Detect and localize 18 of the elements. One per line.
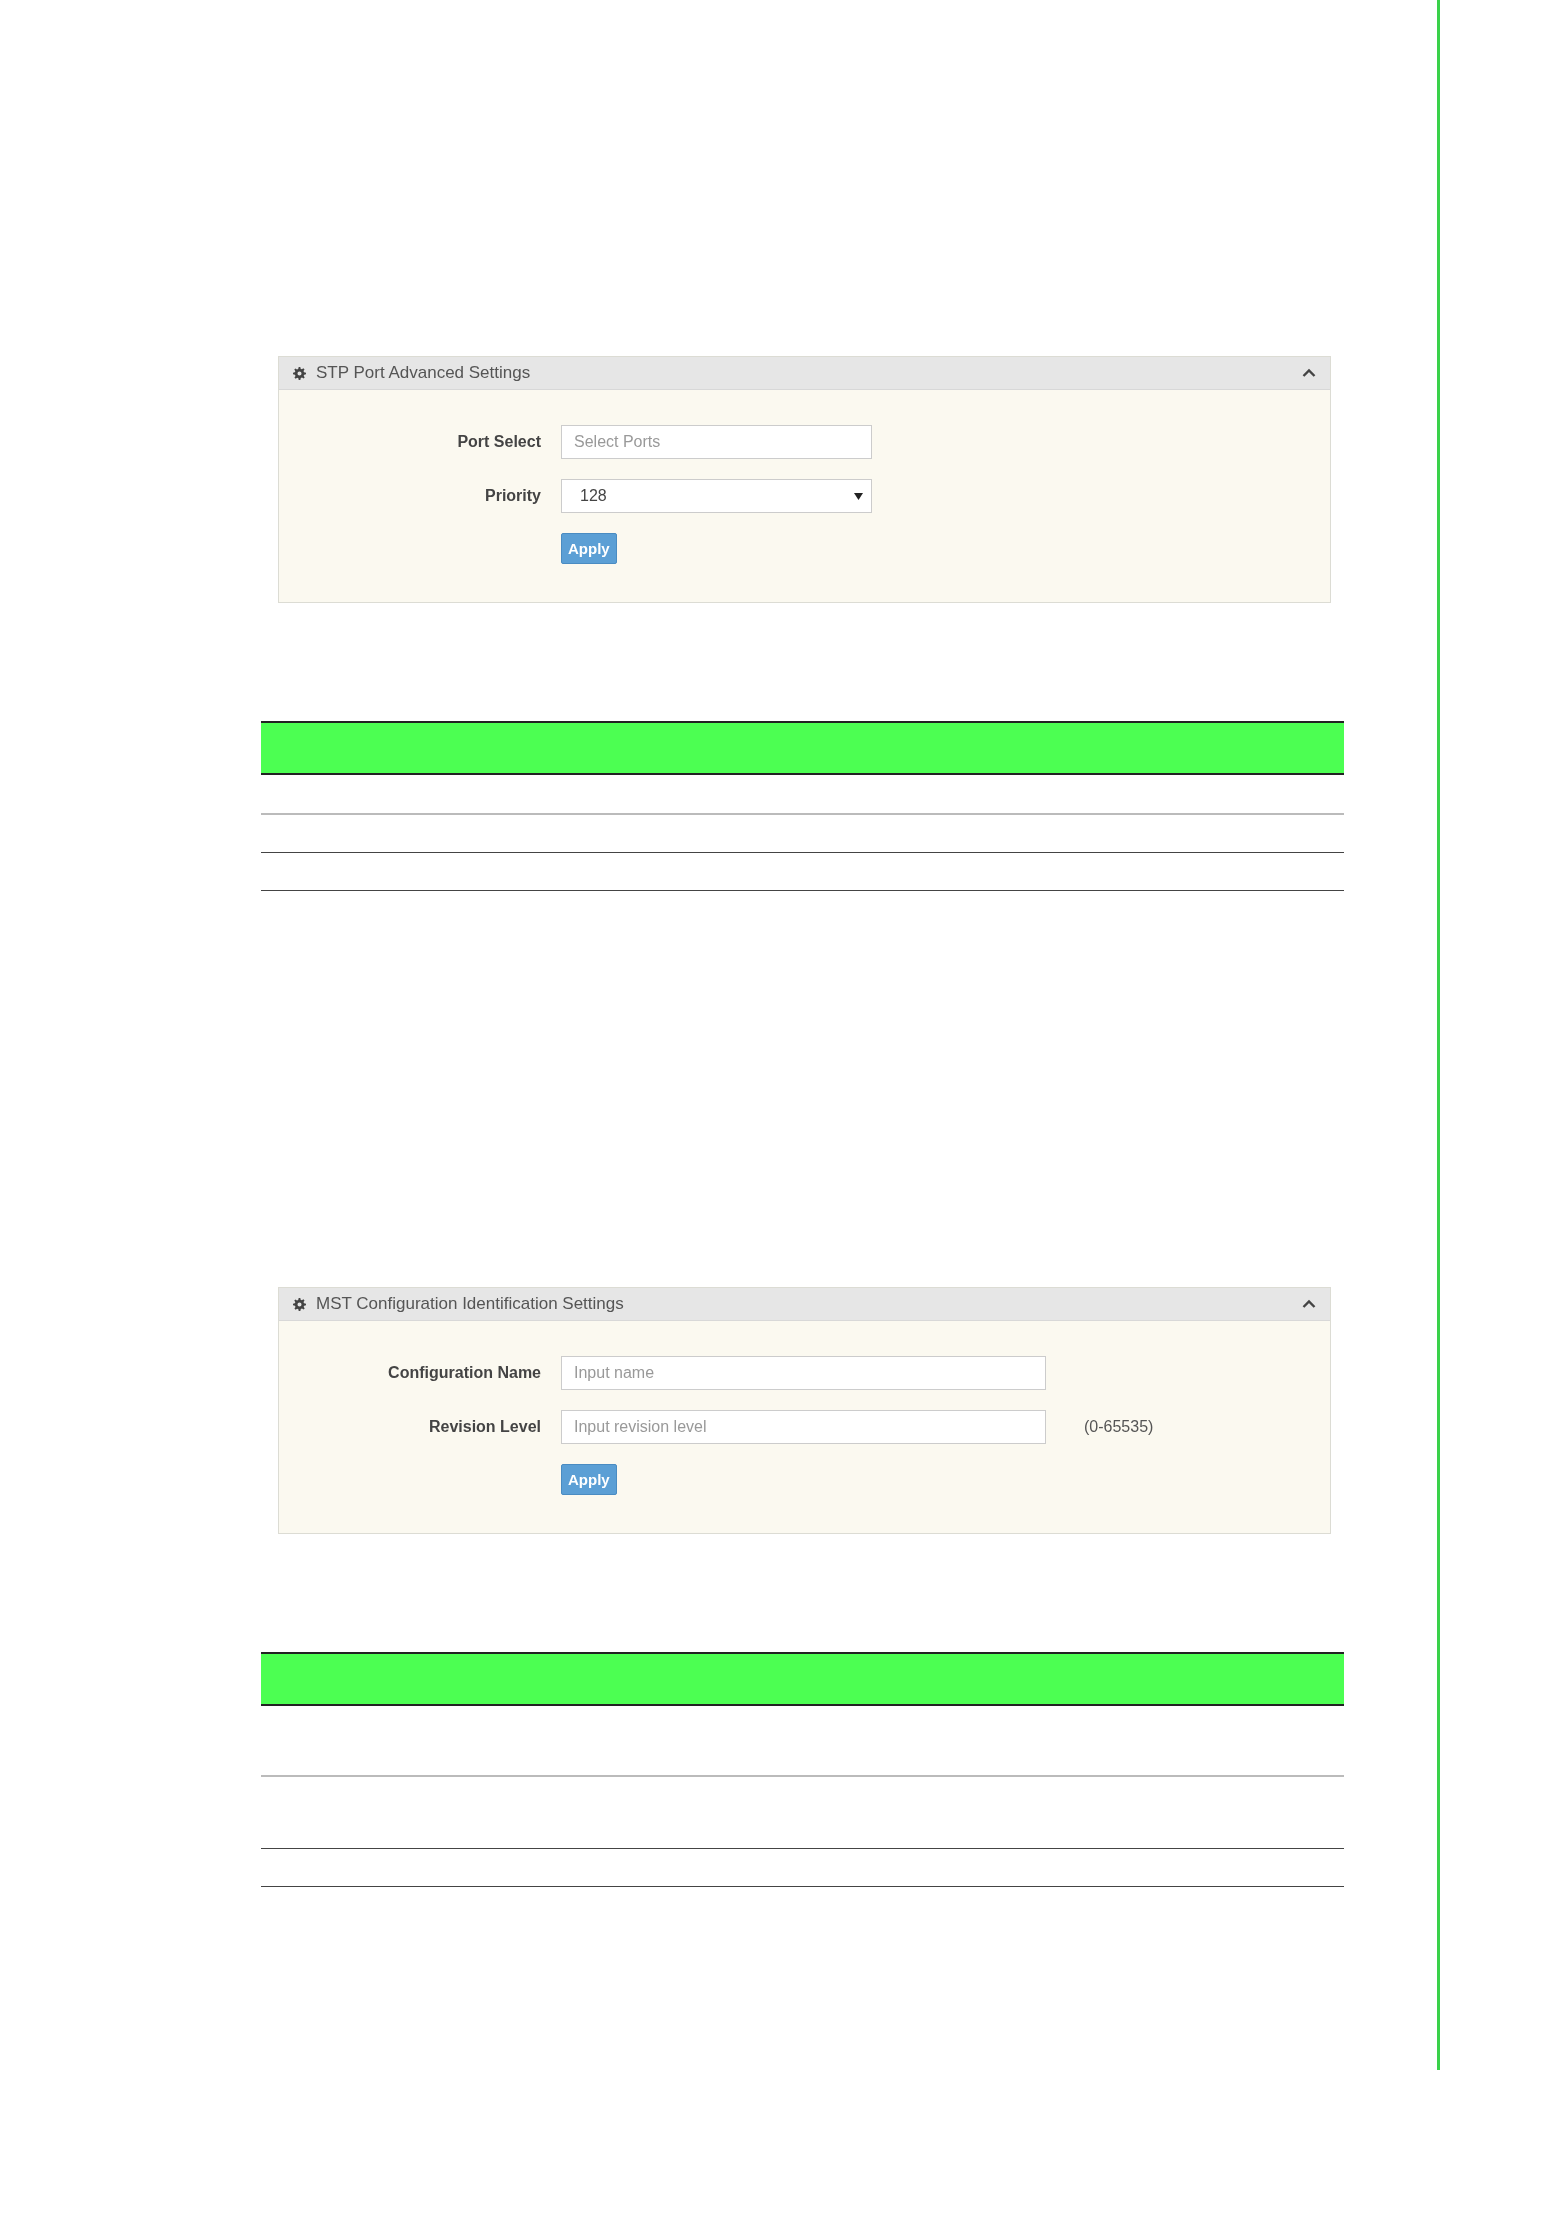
apply-button[interactable]: Apply — [561, 1464, 617, 1495]
panel-title: STP Port Advanced Settings — [316, 363, 532, 383]
collapse-icon[interactable] — [1302, 368, 1316, 378]
apply-button[interactable]: Apply — [561, 533, 617, 564]
field-label: Revision Level — [427, 1418, 542, 1436]
collapse-icon[interactable] — [1302, 1299, 1316, 1309]
field-label: Priority — [484, 487, 542, 505]
input-field[interactable]: Select Ports — [561, 425, 872, 459]
field-label: Configuration Name — [387, 1364, 542, 1382]
input-field[interactable]: Input name — [561, 1356, 1046, 1390]
input-field[interactable]: Input revision level — [561, 1410, 1046, 1444]
gear-icon — [293, 1297, 306, 1311]
gear-icon — [293, 366, 306, 380]
dropdown-arrow-icon — [854, 492, 863, 500]
field-label: Port Select — [456, 433, 542, 451]
range-hint: (0-65535) — [1084, 1418, 1154, 1436]
panel-title: MST Configuration Identification Settings — [316, 1294, 625, 1314]
dropdown[interactable]: 128 — [561, 479, 872, 513]
